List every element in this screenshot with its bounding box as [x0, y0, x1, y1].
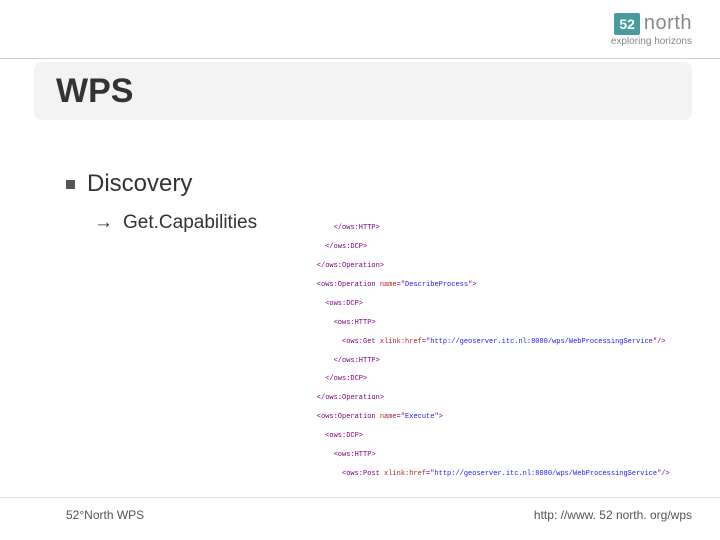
xml-line: <ows:Get xlink:href="http://geoserver.it…	[300, 338, 695, 347]
logo-box: 52	[614, 13, 640, 35]
xml-line: <ows:Operation name="DescribeProcess">	[300, 281, 695, 290]
sub-bullet-text: Get.Capabilities	[123, 212, 257, 234]
xml-line: </ows:HTTP>	[300, 357, 695, 366]
bullet-row: Discovery	[66, 170, 690, 198]
page-title: WPS	[56, 72, 133, 111]
xml-line: <ows:HTTP>	[300, 319, 695, 328]
footer: 52°North WPS http: //www. 52 north. org/…	[66, 508, 692, 522]
logo-word: north	[644, 12, 692, 35]
xml-line: <ows:HTTP>	[300, 451, 695, 460]
brand-logo: 52 north exploring horizons	[611, 12, 692, 47]
top-rule	[0, 58, 720, 59]
xml-code-panel: </ows:HTTP> </ows:DCP> </ows:Operation> …	[300, 215, 695, 485]
footer-left: 52°North WPS	[66, 508, 144, 522]
xml-line: </ows:DCP>	[300, 375, 695, 384]
arrow-icon: →	[94, 212, 113, 234]
xml-line: </ows:Operation>	[300, 262, 695, 271]
xml-line: <ows:DCP>	[300, 300, 695, 309]
xml-line: </ows:DCP>	[300, 243, 695, 252]
footer-right: http: //www. 52 north. org/wps	[534, 508, 692, 522]
footer-rule	[0, 497, 720, 498]
logo-tagline: exploring horizons	[611, 36, 692, 47]
xml-line: <ows:Operation name="Execute">	[300, 413, 695, 422]
xml-line: </ows:HTTP>	[300, 224, 695, 233]
xml-line: <ows:DCP>	[300, 432, 695, 441]
xml-line: <ows:Post xlink:href="http://geoserver.i…	[300, 470, 695, 479]
xml-line: </ows:Operation>	[300, 394, 695, 403]
logo-top-row: 52 north	[611, 12, 692, 35]
square-bullet-icon	[66, 180, 75, 189]
bullet-text: Discovery	[87, 170, 192, 198]
title-bar: WPS	[34, 62, 692, 120]
